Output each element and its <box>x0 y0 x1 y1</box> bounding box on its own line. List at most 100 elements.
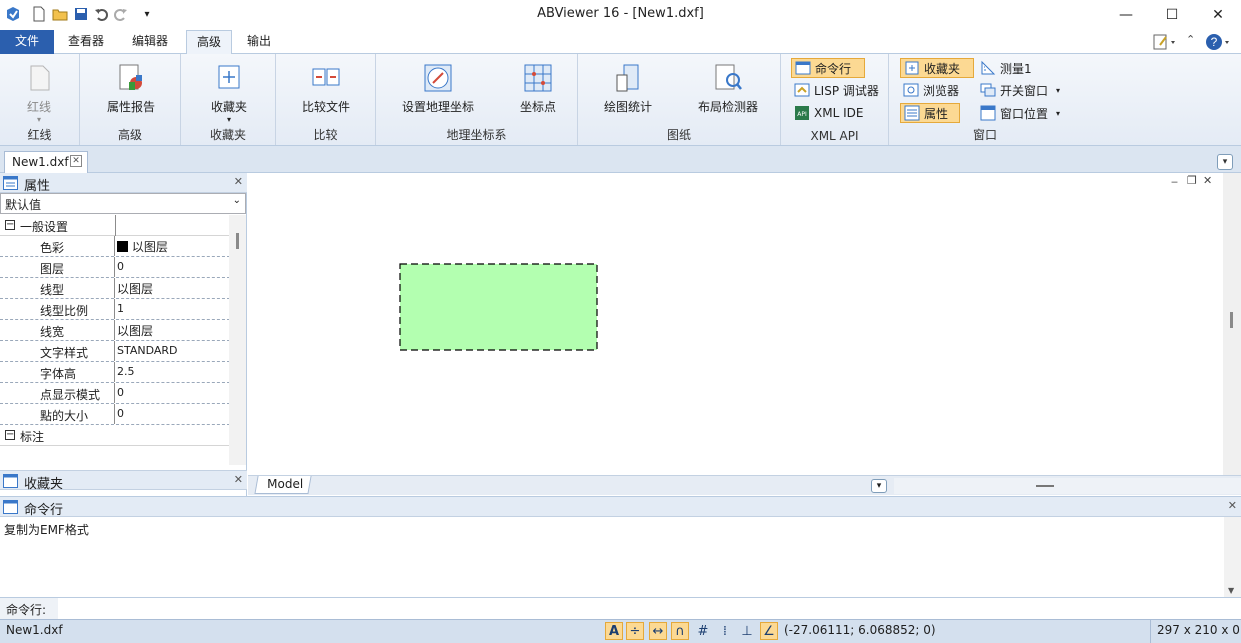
grid-icon[interactable]: # <box>694 622 712 640</box>
command-output-scrollbar[interactable]: ▼ <box>1224 517 1241 597</box>
green-rectangle[interactable] <box>399 263 598 351</box>
horizontal-scrollbar[interactable] <box>894 478 1241 494</box>
layout-tabs-menu-icon[interactable]: ▾ <box>871 479 887 493</box>
prop-row-linetype-scale[interactable]: 线型比例 1 <box>0 299 230 320</box>
dimension-snap-icon[interactable]: ↔ <box>649 622 667 640</box>
close-favorites-icon[interactable]: ✕ <box>234 473 243 486</box>
ortho-icon[interactable]: ⊥ <box>738 622 756 640</box>
group-advanced: 属性报告 高级 <box>80 54 181 145</box>
prop-row-linetype[interactable]: 线型 以图层 <box>0 278 230 299</box>
status-file-name: New1.dxf <box>6 623 63 637</box>
canvas-restore-icon[interactable]: ❐ <box>1187 174 1197 187</box>
scroll-thumb[interactable] <box>1036 485 1054 487</box>
tab-output[interactable]: 输出 <box>238 30 280 54</box>
prop-row-point-mode[interactable]: 点显示模式 0 <box>0 383 230 404</box>
prop-row-text-height[interactable]: 字体高 2.5 <box>0 362 230 383</box>
redline-button[interactable]: 红线 ▾ <box>10 58 68 124</box>
scroll-thumb[interactable] <box>1230 312 1233 328</box>
help-button[interactable]: ? <box>1205 32 1233 52</box>
favorites-window-toggle[interactable]: 收藏夹 <box>900 58 974 78</box>
prop-row-layer[interactable]: 图层 0 <box>0 257 230 278</box>
magnet-snap-icon[interactable]: ∩ <box>671 622 689 640</box>
category-general[interactable]: − 一般设置 <box>0 215 230 236</box>
command-panel: 命令行 ✕ 复制为EMF格式 ▼ <box>0 496 1241 597</box>
category-dimension[interactable]: − 标注 <box>0 425 230 446</box>
favorites-window-icon <box>904 60 920 76</box>
measure-button[interactable]: 测量1 <box>977 58 1047 78</box>
drawing-stats-button[interactable]: 绘图统计 <box>596 58 660 115</box>
compare-files-label: 比较文件 <box>301 100 350 114</box>
browser-window-toggle[interactable]: 浏览器 <box>900 80 974 100</box>
property-report-label: 属性报告 <box>106 100 155 114</box>
xml-ide-button[interactable]: API XML IDE <box>791 103 871 123</box>
prop-value[interactable]: 0 <box>117 407 124 420</box>
prop-value[interactable]: 2.5 <box>117 365 135 378</box>
canvas-minimize-icon[interactable]: ‒ <box>1171 175 1178 188</box>
measure-label: 测量1 <box>1000 61 1032 76</box>
prop-row-lineweight[interactable]: 线宽 以图层 <box>0 320 230 341</box>
prop-name: 线宽 <box>0 320 115 340</box>
close-command-panel-icon[interactable]: ✕ <box>1228 499 1237 512</box>
prop-name: 點的大小 <box>0 404 115 424</box>
toggle-windows-button[interactable]: 开关窗口 ▾ <box>977 80 1077 100</box>
group-xml-api: 命令行 LISP 调试器 API XML IDE XML API <box>781 54 889 145</box>
scroll-down-icon[interactable]: ▼ <box>1228 586 1234 595</box>
canvas-vertical-scrollbar[interactable] <box>1223 173 1241 475</box>
favorites-button[interactable]: 收藏夹 ▾ <box>199 58 259 124</box>
properties-scrollbar[interactable] <box>229 215 246 465</box>
layout-inspector-button[interactable]: 布局检测器 <box>688 58 768 115</box>
compass-icon <box>422 62 454 94</box>
scroll-thumb[interactable] <box>236 233 239 249</box>
prop-name: 线型比例 <box>0 299 115 319</box>
tab-file[interactable]: 文件 <box>0 30 54 54</box>
prop-value[interactable]: 0 <box>117 386 124 399</box>
title-bar: ▾ ABViewer 16 - [New1.dxf] — ☐ ✕ <box>0 0 1241 30</box>
snap-midpoint-icon[interactable]: ÷ <box>626 622 644 640</box>
command-line-button[interactable]: 命令行 <box>791 58 865 78</box>
doc-tab[interactable]: New1.dxf ✕ <box>4 151 88 173</box>
group-window: 收藏夹 浏览器 属性 测量1 开关窗口 ▾ 窗口位置 ▾ 窗口 <box>889 54 1081 145</box>
favorites-panel-icon <box>3 474 18 492</box>
maximize-button[interactable]: ☐ <box>1149 0 1195 30</box>
prop-row-text-style[interactable]: 文字样式 STANDARD <box>0 341 230 362</box>
properties-combo[interactable]: 默认值 ⌄ <box>0 193 246 214</box>
group-label-xml-api: XML API <box>810 129 859 143</box>
minimize-button[interactable]: — <box>1103 0 1149 30</box>
property-report-button[interactable]: 属性报告 <box>100 58 162 115</box>
command-input[interactable] <box>58 598 1241 619</box>
doc-tabs-menu-icon[interactable]: ▾ <box>1217 154 1233 170</box>
favorites-label: 收藏夹 <box>210 100 247 114</box>
prop-value[interactable]: 以图层 <box>117 280 153 297</box>
prop-value[interactable]: 0 <box>117 260 124 273</box>
compare-files-button[interactable]: 比较文件 <box>294 58 358 115</box>
prop-value[interactable]: 以图层 <box>117 322 153 339</box>
group-favorites: 收藏夹 ▾ 收藏夹 <box>181 54 276 145</box>
command-output-line: 复制为EMF格式 <box>4 523 89 537</box>
dot-grid-icon[interactable]: ⁞ <box>716 622 734 640</box>
properties-window-toggle[interactable]: 属性 <box>900 103 960 123</box>
close-button[interactable]: ✕ <box>1195 0 1241 30</box>
text-snap-icon[interactable]: A <box>605 622 623 640</box>
collapse-ribbon-icon[interactable]: ⌃ <box>1186 33 1195 46</box>
prop-name: 文字样式 <box>0 341 115 361</box>
prop-value[interactable]: 1 <box>117 302 124 315</box>
tab-viewer[interactable]: 查看器 <box>58 30 114 54</box>
prop-row-point-size[interactable]: 點的大小 0 <box>0 404 230 425</box>
close-doc-tab-icon[interactable]: ✕ <box>70 155 82 167</box>
model-tab[interactable]: Model <box>254 476 312 494</box>
group-drawing: 绘图统计 布局检测器 图纸 <box>578 54 781 145</box>
coordinate-points-button[interactable]: 坐标点 <box>510 58 566 115</box>
set-geo-coords-button[interactable]: 设置地理坐标 <box>396 58 480 115</box>
style-picker-icon[interactable] <box>1152 33 1178 51</box>
prop-value[interactable]: 以图层 <box>117 238 168 255</box>
prop-row-color[interactable]: 色彩 以图层 <box>0 236 230 257</box>
close-properties-icon[interactable]: ✕ <box>234 175 243 188</box>
prop-value[interactable]: STANDARD <box>117 344 178 357</box>
polar-tracking-icon[interactable]: ∠ <box>760 622 778 640</box>
tab-advanced[interactable]: 高级 <box>186 30 232 55</box>
window-position-button[interactable]: 窗口位置 ▾ <box>977 103 1077 123</box>
tab-editor[interactable]: 编辑器 <box>122 30 178 54</box>
drawing-canvas[interactable]: ‒ ❐ ✕ <box>248 173 1223 475</box>
canvas-close-icon[interactable]: ✕ <box>1203 174 1212 187</box>
lisp-debugger-button[interactable]: LISP 调试器 <box>791 80 887 100</box>
